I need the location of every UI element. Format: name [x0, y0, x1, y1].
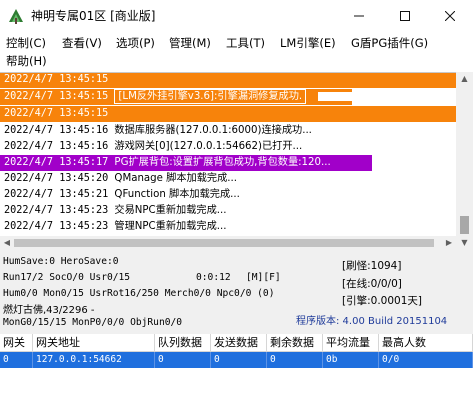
log-line: 2022/4/7 13:45:20 QManage 脚本加载完成... — [0, 171, 237, 187]
log-time: 2022/4/7 13:45:20 — [4, 173, 109, 184]
table-header: 网关 网关地址 队列数据 发送数据 剩余数据 平均流量 最高人数 — [0, 334, 473, 352]
scroll-right-icon[interactable]: ▶ — [442, 236, 456, 250]
run-status: Run17/2 SocO/0 Usr0/15 — [3, 272, 131, 283]
monster-status: MonG0/15/15 MonP0/0/0 ObjRun0/0 — [3, 317, 183, 328]
menu-help[interactable]: 帮助(H) — [6, 53, 47, 69]
object-status: Hum0/0 Mon0/15 UsrRot16/250 Merch0/0 Npc… — [3, 288, 275, 299]
table-row[interactable]: 0 127.0.0.1:54662 0 0 0 0b 0/0 — [0, 352, 473, 368]
log-line: 2022/4/7 13:45:17 PG扩展背包:设置扩展背包成功,背包数量:1… — [0, 155, 372, 171]
column-header[interactable]: 发送数据 — [211, 334, 267, 352]
log-time: 2022/4/7 13:45:15 — [4, 91, 109, 102]
log-time: 2022/4/7 13:45:21 — [4, 189, 109, 200]
status-panel: HumSave:0 HeroSave:0 Run17/2 SocO/0 Usr0… — [0, 250, 473, 334]
uptime-clock: 0:0:12 — [196, 272, 231, 283]
highlight-marker — [318, 91, 359, 101]
log-time: 2022/4/7 13:45:17 — [4, 157, 109, 168]
log-text: 数据库服务器(127.0.0.1:6000)连接成功... — [114, 125, 312, 136]
scroll-down-icon[interactable]: ▼ — [456, 236, 473, 250]
online-count: [在线:0/0/0] — [342, 278, 402, 290]
menu-tools[interactable]: 工具(T) — [226, 35, 265, 51]
table-cell: 0 — [155, 352, 211, 368]
menu-manage[interactable]: 管理(M) — [169, 35, 211, 51]
table-cell: 0b — [323, 352, 379, 368]
mode-flags: [M][F] — [246, 272, 281, 283]
close-icon — [445, 11, 455, 21]
log-text: 游戏网关[0](127.0.0.1:54662)已打开... — [114, 141, 303, 152]
column-header[interactable]: 最高人数 — [379, 334, 473, 352]
log-horizontal-scrollbar[interactable]: ◀ ▶ — [0, 236, 456, 250]
minimize-button[interactable] — [336, 0, 382, 32]
engine-days: [引擎:0.0001天] — [342, 295, 422, 307]
log-time: 2022/4/7 13:45:23 — [4, 221, 109, 232]
table-cell: 0/0 — [379, 352, 473, 368]
column-header[interactable]: 平均流量 — [323, 334, 379, 352]
log-time: 2022/4/7 13:45:15 — [4, 74, 109, 85]
log-line: 2022/4/7 13:45:23 管理NPC重新加载完成... — [0, 219, 227, 235]
log-line: 2022/4/7 13:45:16 数据库服务器(127.0.0.1:6000)… — [0, 123, 312, 139]
log-panel: 2022/4/7 13:45:15 2022/4/7 13:45:15 [LM反… — [0, 72, 456, 236]
log-text: 交易NPC重新加载完成... — [114, 205, 227, 216]
table-cell: 0 — [267, 352, 323, 368]
table-cell: 0 — [211, 352, 267, 368]
log-line: 2022/4/7 13:45:23 交易NPC重新加载完成... — [0, 203, 227, 219]
refresh-monster-count: [刷怪:1094] — [342, 260, 402, 272]
maximize-icon — [400, 11, 410, 21]
title-bar: 神明专属01区 [商业版] — [0, 0, 473, 32]
gateway-table: 网关 网关地址 队列数据 发送数据 剩余数据 平均流量 最高人数 0 127.0… — [0, 334, 473, 410]
menu-view[interactable]: 查看(V) — [62, 35, 102, 51]
window-title: 神明专属01区 [商业版] — [31, 9, 156, 23]
log-line: 2022/4/7 13:45:15 [LM反外挂引擎v3.6]:引擎漏洞修复成功… — [0, 89, 359, 105]
menu-lm-engine[interactable]: LM引擎(E) — [280, 35, 336, 51]
menu-options[interactable]: 选项(P) — [116, 35, 155, 51]
log-time: 2022/4/7 13:45:16 — [4, 141, 109, 152]
scroll-left-icon[interactable]: ◀ — [0, 236, 14, 250]
log-text: QManage 脚本加载完成... — [114, 173, 237, 184]
scrollbar-thumb[interactable] — [460, 216, 469, 234]
maximize-button[interactable] — [382, 0, 428, 32]
column-header[interactable]: 网关 — [0, 334, 33, 352]
table-cell: 0 — [0, 352, 33, 368]
scrollbar-thumb[interactable] — [14, 239, 434, 247]
log-text: PG扩展背包:设置扩展背包成功,背包数量:120... — [114, 157, 331, 168]
menu-bar: 控制(C) 查看(V) 选项(P) 管理(M) 工具(T) LM引擎(E) G盾… — [0, 32, 473, 72]
save-status: HumSave:0 HeroSave:0 — [3, 256, 119, 267]
table-cell: 127.0.0.1:54662 — [33, 352, 155, 368]
log-line: 2022/4/7 13:45:15 — [0, 106, 456, 122]
app-icon — [9, 9, 23, 24]
map-status: 燃灯古佛,43/2296 - — [3, 305, 95, 316]
menu-control[interactable]: 控制(C) — [6, 35, 46, 51]
column-header[interactable]: 剩余数据 — [267, 334, 323, 352]
log-time: 2022/4/7 13:45:16 — [4, 125, 109, 136]
column-header[interactable]: 网关地址 — [33, 334, 155, 352]
log-text: 管理NPC重新加载完成... — [114, 221, 227, 232]
log-line: 2022/4/7 13:45:15 — [0, 73, 456, 88]
log-time: 2022/4/7 13:45:15 — [4, 108, 109, 119]
scroll-up-icon[interactable]: ▲ — [456, 72, 473, 86]
log-time: 2022/4/7 13:45:23 — [4, 205, 109, 216]
log-line: 2022/4/7 13:45:21 QFunction 脚本加载完成... — [0, 187, 240, 203]
close-button[interactable] — [427, 0, 473, 32]
minimize-icon — [354, 15, 364, 17]
column-header[interactable]: 队列数据 — [155, 334, 211, 352]
log-vertical-scrollbar[interactable]: ▲ ▼ — [456, 72, 473, 250]
log-text: QFunction 脚本加载完成... — [114, 189, 240, 200]
log-text: [LM反外挂引擎v3.6]:引擎漏洞修复成功. — [114, 89, 307, 104]
program-version: 程序版本: 4.00 Build 20151104 — [296, 316, 448, 327]
log-line: 2022/4/7 13:45:16 游戏网关[0](127.0.0.1:5466… — [0, 139, 303, 155]
menu-gshield-plugin[interactable]: G盾PG插件(G) — [351, 35, 428, 51]
